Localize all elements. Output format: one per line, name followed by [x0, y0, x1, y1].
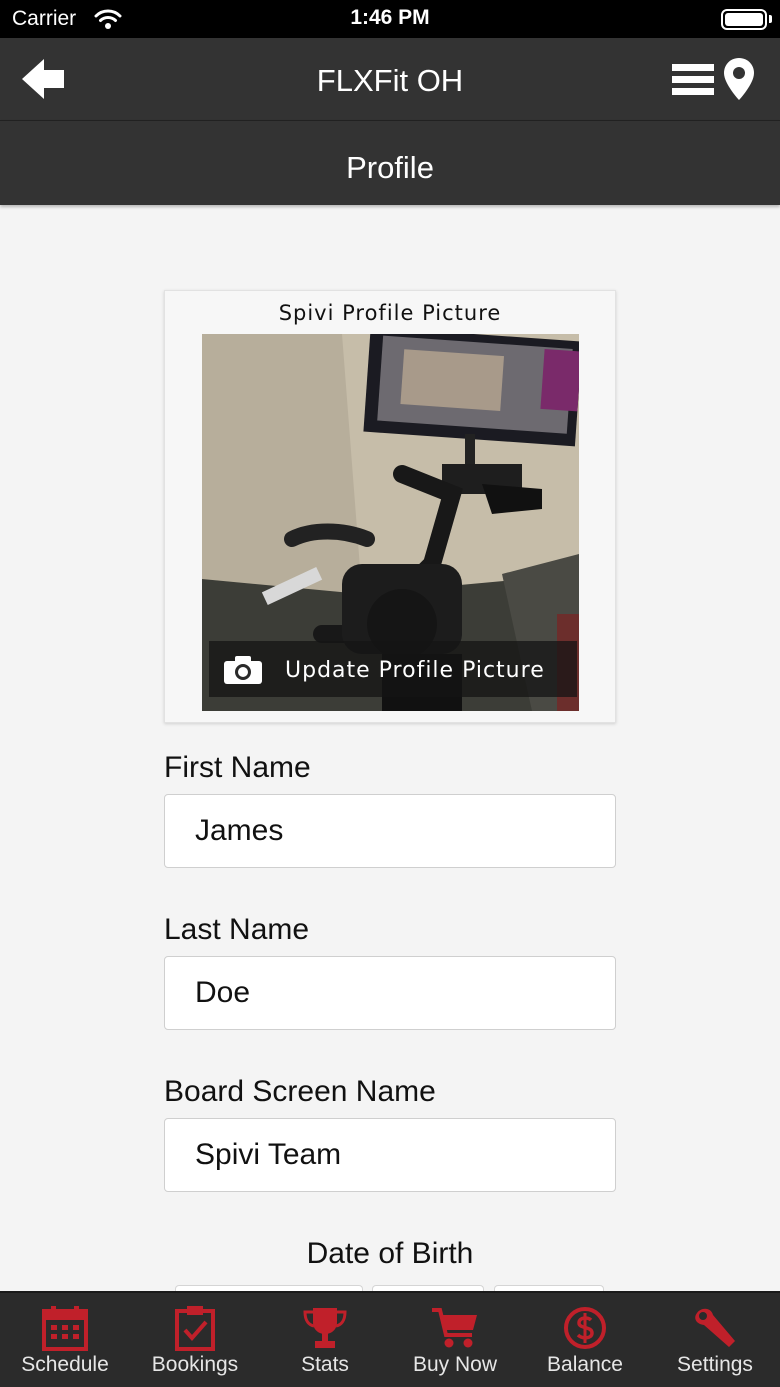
tab-settings[interactable]: Settings: [650, 1293, 780, 1387]
tab-schedule[interactable]: Schedule: [0, 1293, 130, 1387]
tab-stats[interactable]: Stats: [260, 1293, 390, 1387]
clock: 1:46 PM: [350, 6, 430, 29]
date-of-birth-label: Date of Birth: [306, 1237, 474, 1270]
board-screen-name-label: Board Screen Name: [164, 1075, 436, 1108]
tab-schedule-label: Schedule: [21, 1353, 109, 1376]
profile-photo[interactable]: Update Profile Picture: [202, 334, 579, 711]
last-name-label: Last Name: [164, 913, 310, 946]
tab-settings-label: Settings: [677, 1353, 753, 1376]
first-name-input[interactable]: [164, 794, 616, 868]
tab-buy-now[interactable]: Buy Now: [390, 1293, 520, 1387]
tab-bookings[interactable]: Bookings: [130, 1293, 260, 1387]
app-title: FLXFit OH: [316, 63, 464, 98]
tab-buy-now-label: Buy Now: [412, 1353, 498, 1376]
trophy-icon: [303, 1308, 347, 1348]
board-screen-name-input[interactable]: [164, 1118, 616, 1192]
page-title: Profile: [346, 150, 434, 185]
page-header: Profile: [0, 121, 780, 205]
profile-picture-title: Spivi Profile Picture: [278, 301, 502, 325]
battery-icon: [721, 9, 767, 30]
tab-balance-label: Balance: [547, 1353, 623, 1376]
nav-bar: FLXFit OH: [0, 38, 780, 121]
location-pin-icon[interactable]: [722, 56, 756, 102]
calendar-icon: [42, 1306, 88, 1351]
cart-icon: [432, 1308, 477, 1348]
battery-tip: [769, 15, 772, 23]
menu-icon[interactable]: [672, 62, 714, 98]
tab-bookings-label: Bookings: [151, 1353, 239, 1376]
tab-balance[interactable]: Balance: [520, 1293, 650, 1387]
clipboard-check-icon: [175, 1306, 215, 1351]
update-profile-picture-label: Update Profile Picture: [285, 658, 545, 683]
status-bar: Carrier 1:46 PM: [0, 0, 780, 38]
profile-picture-card: Spivi Profile Picture Update Profile Pic…: [164, 290, 616, 723]
camera-icon: [224, 656, 262, 684]
last-name-input[interactable]: [164, 956, 616, 1030]
first-name-label: First Name: [164, 751, 311, 784]
tab-stats-label: Stats: [301, 1353, 349, 1376]
bottom-tab-bar: Schedule Bookings Stats Buy Now Balance …: [0, 1291, 780, 1387]
wrench-icon: [695, 1308, 735, 1347]
dollar-icon: [564, 1307, 606, 1349]
update-profile-picture-button[interactable]: Update Profile Picture: [209, 641, 577, 697]
